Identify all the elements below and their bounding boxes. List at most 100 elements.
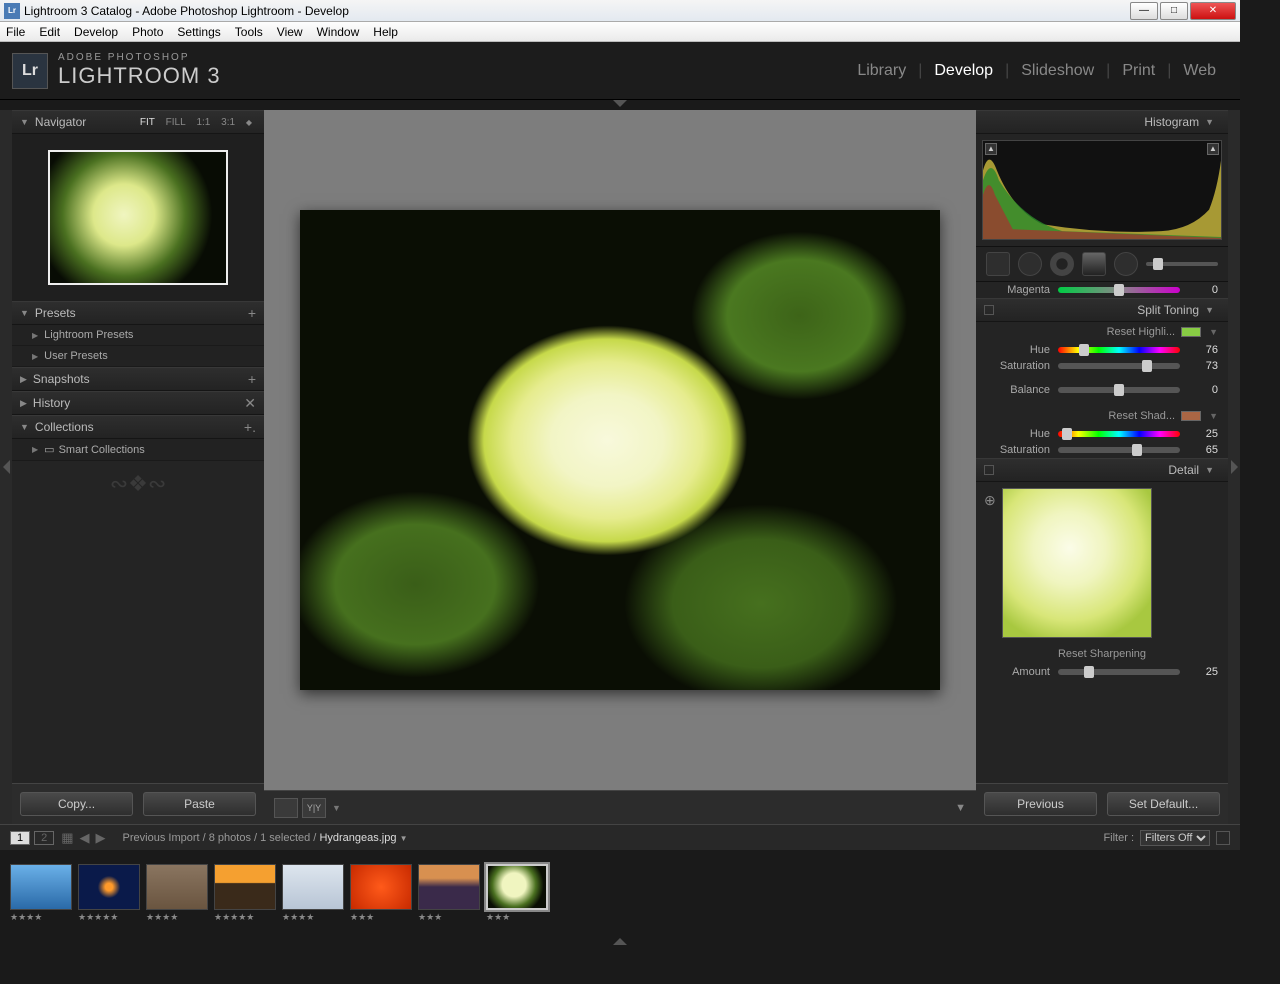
- filmstrip-thumb[interactable]: ★★★: [486, 864, 548, 924]
- copy-button[interactable]: Copy...: [20, 792, 133, 816]
- filter-lock-icon[interactable]: [1216, 831, 1230, 845]
- filmstrip-thumb[interactable]: ★★★★★: [78, 864, 140, 924]
- preset-lightroom[interactable]: ▶Lightroom Presets: [12, 325, 264, 346]
- monitor-2-button[interactable]: 2: [34, 831, 54, 845]
- filmstrip[interactable]: ★★★★★★★★★★★★★★★★★★★★★★★★★★★★★★★: [0, 850, 1240, 938]
- shadow-hue-slider[interactable]: Hue25: [976, 426, 1228, 442]
- presets-header[interactable]: ▼Presets+: [12, 301, 264, 325]
- menu-window[interactable]: Window: [317, 25, 360, 39]
- filter-select[interactable]: Filters Off: [1140, 830, 1210, 846]
- zoom-menu-icon[interactable]: ◆: [246, 118, 252, 127]
- add-preset-icon[interactable]: +: [248, 305, 256, 321]
- sharpen-amount-slider[interactable]: Amount25: [976, 664, 1228, 680]
- before-after-icon[interactable]: Y|Y: [302, 798, 326, 818]
- reset-shadows[interactable]: Reset Shad...▼: [976, 406, 1228, 426]
- menu-help[interactable]: Help: [373, 25, 398, 39]
- menu-tools[interactable]: Tools: [235, 25, 263, 39]
- center-stage: Y|Y ▼ ▼: [264, 110, 976, 824]
- develop-tool-strip: [976, 246, 1228, 282]
- module-slideshow[interactable]: Slideshow: [1021, 62, 1094, 80]
- zoom-3to1[interactable]: 3:1: [221, 117, 235, 128]
- snapshots-header[interactable]: ▶Snapshots+: [12, 367, 264, 391]
- histogram[interactable]: ▲ ▲: [982, 140, 1222, 240]
- collapse-bottom-icon[interactable]: [613, 938, 627, 945]
- histogram-header[interactable]: Histogram▼: [976, 110, 1228, 134]
- shadow-clip-icon[interactable]: ▲: [985, 143, 997, 155]
- close-button[interactable]: ✕: [1190, 2, 1236, 20]
- window-titlebar: Lr Lightroom 3 Catalog - Adobe Photoshop…: [0, 0, 1240, 22]
- zoom-fill[interactable]: FILL: [166, 117, 186, 128]
- module-print[interactable]: Print: [1122, 62, 1155, 80]
- detail-target-icon[interactable]: ⊕: [984, 492, 996, 509]
- left-panel-handle[interactable]: [0, 110, 12, 824]
- add-collection-icon[interactable]: +.: [244, 419, 256, 435]
- highlight-clip-icon[interactable]: ▲: [1207, 143, 1219, 155]
- split-toning-header[interactable]: Split Toning▼: [976, 298, 1228, 322]
- detail-preview[interactable]: [1002, 488, 1152, 638]
- toolbar-menu-icon[interactable]: ▼: [955, 802, 966, 814]
- zoom-fit[interactable]: FIT: [140, 117, 155, 128]
- highlight-hue-slider[interactable]: Hue76: [976, 342, 1228, 358]
- window-title: Lightroom 3 Catalog - Adobe Photoshop Li…: [24, 4, 349, 18]
- menu-file[interactable]: File: [6, 25, 25, 39]
- next-photo-icon[interactable]: ▶: [96, 830, 106, 846]
- panel-ornament-icon: ∾❖∾: [12, 461, 264, 507]
- set-default-button[interactable]: Set Default...: [1107, 792, 1220, 816]
- spot-tool-icon[interactable]: [1018, 252, 1042, 276]
- reset-sharpening[interactable]: Reset Sharpening: [976, 644, 1228, 664]
- brush-size-slider[interactable]: [1146, 262, 1218, 266]
- navigator-header[interactable]: ▼Navigator FIT FILL 1:1 3:1 ◆: [12, 110, 264, 134]
- balance-slider[interactable]: Balance0: [976, 382, 1228, 398]
- add-snapshot-icon[interactable]: +: [248, 371, 256, 387]
- highlight-sat-slider[interactable]: Saturation73: [976, 358, 1228, 374]
- magenta-slider[interactable]: Magenta0: [976, 282, 1228, 298]
- module-library[interactable]: Library: [857, 62, 906, 80]
- filmstrip-thumb[interactable]: ★★★★: [282, 864, 344, 924]
- maximize-button[interactable]: □: [1160, 2, 1188, 20]
- crop-tool-icon[interactable]: [986, 252, 1010, 276]
- grad-filter-icon[interactable]: [1082, 252, 1106, 276]
- filmstrip-thumb[interactable]: ★★★: [418, 864, 480, 924]
- previous-button[interactable]: Previous: [984, 792, 1097, 816]
- prev-photo-icon[interactable]: ◀: [80, 830, 90, 846]
- loupe-view-icon[interactable]: [274, 798, 298, 818]
- shadow-sat-slider[interactable]: Saturation65: [976, 442, 1228, 458]
- menu-view[interactable]: View: [277, 25, 303, 39]
- monitor-1-button[interactable]: 1: [10, 831, 30, 845]
- collections-header[interactable]: ▼Collections+.: [12, 415, 264, 439]
- menu-edit[interactable]: Edit: [39, 25, 60, 39]
- brush-tool-icon[interactable]: [1114, 252, 1138, 276]
- grid-view-icon[interactable]: ▦: [61, 830, 73, 846]
- collapse-top-icon[interactable]: [613, 100, 627, 107]
- clear-history-icon[interactable]: ✕: [244, 395, 256, 412]
- filmstrip-thumb[interactable]: ★★★★★: [214, 864, 276, 924]
- detail-header[interactable]: Detail▼: [976, 458, 1228, 482]
- module-picker: Library| Develop| Slideshow| Print| Web: [845, 62, 1228, 80]
- main-photo: [300, 210, 940, 690]
- panel-toggle-icon[interactable]: [984, 465, 994, 475]
- smart-collections[interactable]: ▶▭Smart Collections: [12, 439, 264, 461]
- menu-settings[interactable]: Settings: [177, 25, 220, 39]
- brand-text: ADOBE PHOTOSHOP LIGHTROOM 3: [58, 52, 221, 89]
- image-canvas[interactable]: [264, 110, 976, 790]
- module-develop[interactable]: Develop: [934, 62, 993, 80]
- paste-button[interactable]: Paste: [143, 792, 256, 816]
- zoom-1to1[interactable]: 1:1: [196, 117, 210, 128]
- preset-user[interactable]: ▶User Presets: [12, 346, 264, 367]
- reset-highlights[interactable]: Reset Highli...▼: [976, 322, 1228, 342]
- menu-photo[interactable]: Photo: [132, 25, 163, 39]
- history-header[interactable]: ▶History✕: [12, 391, 264, 415]
- navigator-preview[interactable]: [12, 134, 264, 301]
- right-panel-handle[interactable]: [1228, 110, 1240, 824]
- panel-toggle-icon[interactable]: [984, 305, 994, 315]
- breadcrumb[interactable]: Previous Import / 8 photos / 1 selected …: [123, 832, 408, 844]
- minimize-button[interactable]: —: [1130, 2, 1158, 20]
- filmstrip-thumb[interactable]: ★★★: [350, 864, 412, 924]
- menu-develop[interactable]: Develop: [74, 25, 118, 39]
- before-after-menu-icon[interactable]: ▼: [332, 803, 341, 813]
- redeye-tool-icon[interactable]: [1050, 252, 1074, 276]
- module-web[interactable]: Web: [1183, 62, 1216, 80]
- logo-icon: Lr: [12, 53, 48, 89]
- filmstrip-thumb[interactable]: ★★★★: [10, 864, 72, 924]
- filmstrip-thumb[interactable]: ★★★★: [146, 864, 208, 924]
